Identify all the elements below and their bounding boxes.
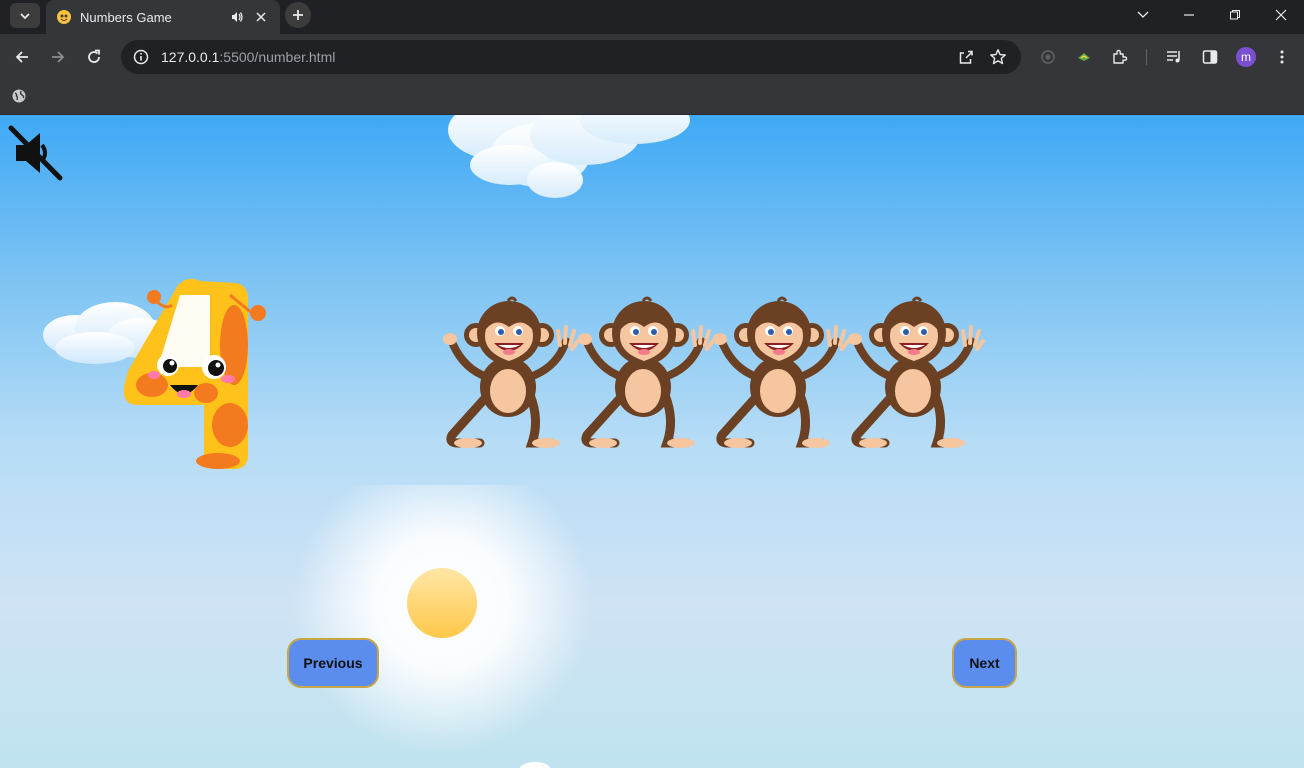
restore-icon	[1230, 10, 1240, 20]
speaker-muted-icon[interactable]	[8, 125, 64, 181]
number-four-character	[123, 278, 266, 469]
tab-dropdown-button[interactable]	[1120, 0, 1166, 30]
browser-toolbar: 127.0.0.1:5500/number.html m	[0, 34, 1304, 80]
menu-kebab-icon[interactable]	[1268, 42, 1296, 72]
star-icon[interactable]	[987, 46, 1009, 68]
game-favicon-icon	[57, 10, 71, 24]
previous-button[interactable]: Previous	[287, 638, 379, 688]
address-bar[interactable]: 127.0.0.1:5500/number.html	[121, 40, 1021, 74]
puzzle-icon[interactable]	[1106, 42, 1134, 72]
chevron-down-icon	[1137, 11, 1149, 18]
close-window-button[interactable]	[1258, 0, 1304, 30]
bookmarks-bar	[0, 80, 1304, 115]
close-icon	[1275, 9, 1287, 21]
tab-title: Numbers Game	[80, 9, 172, 25]
sun-decoration	[292, 485, 592, 753]
url-path: :5500/number.html	[219, 49, 336, 65]
game-page: Previous Next	[0, 115, 1304, 768]
monkey-image	[845, 295, 985, 455]
monkey-image	[710, 295, 850, 455]
cloud-bottom-decoration	[519, 762, 551, 768]
media-controls-icon[interactable]	[1160, 42, 1188, 72]
forward-button[interactable]	[43, 42, 73, 72]
monkey-image	[440, 295, 580, 455]
counting-objects-group	[440, 295, 1000, 455]
plus-icon	[293, 10, 303, 20]
next-button[interactable]: Next	[952, 638, 1017, 688]
profile-avatar[interactable]: m	[1236, 47, 1256, 67]
tab-search-button[interactable]	[10, 3, 40, 28]
tab-strip: Numbers Game	[0, 0, 1304, 34]
extension-record-icon[interactable]	[1034, 42, 1062, 72]
tab-close-icon[interactable]	[252, 8, 270, 26]
chevron-down-icon	[20, 12, 30, 19]
tab-audio-icon[interactable]	[228, 8, 246, 26]
tab-numbers-game[interactable]: Numbers Game	[46, 0, 280, 34]
toolbar-divider	[1146, 49, 1147, 65]
new-tab-button[interactable]	[285, 2, 311, 28]
globe-icon[interactable]	[11, 88, 29, 106]
arrow-right-icon	[52, 51, 65, 63]
arrow-left-icon	[15, 51, 28, 63]
cloud-top-decoration	[448, 115, 690, 198]
extension-translate-icon[interactable]	[1070, 42, 1098, 72]
back-button[interactable]	[7, 42, 37, 72]
reload-icon	[88, 49, 100, 63]
info-icon[interactable]	[133, 49, 149, 65]
minimize-button[interactable]	[1166, 0, 1212, 30]
url-text[interactable]: 127.0.0.1:5500/number.html	[161, 49, 945, 65]
minimize-icon	[1184, 14, 1194, 16]
side-panel-icon[interactable]	[1196, 42, 1224, 72]
restore-button[interactable]	[1212, 0, 1258, 30]
share-icon[interactable]	[955, 46, 977, 68]
url-host: 127.0.0.1	[161, 49, 220, 65]
monkey-image	[575, 295, 715, 455]
reload-button[interactable]	[79, 42, 109, 72]
